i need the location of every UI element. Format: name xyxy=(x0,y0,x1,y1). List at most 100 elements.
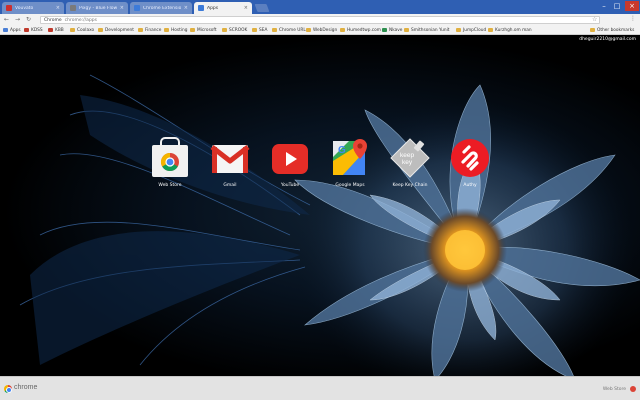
app-youtube[interactable]: YouTube xyxy=(264,137,316,188)
bookmark-label: Hosting xyxy=(171,27,188,33)
chrome-logo-icon xyxy=(4,385,12,393)
bookmark-item[interactable]: Development xyxy=(98,26,134,34)
bookmark-item[interactable]: JumpCloud xyxy=(456,26,486,34)
app-label: Google Maps xyxy=(335,183,365,188)
keepkey-icon: keep key xyxy=(389,137,431,179)
svg-text:keep: keep xyxy=(400,152,414,159)
tab-title: Apps xyxy=(207,5,219,11)
bookmark-item[interactable]: Other bookmarks xyxy=(590,26,634,34)
app-label: YouTube xyxy=(280,183,300,188)
tab-title: Pixgy - Blue Flower - Bac xyxy=(79,5,117,11)
bookmark-label: SEA xyxy=(259,27,268,33)
reload-icon[interactable]: ↻ xyxy=(24,15,33,24)
app-authy[interactable]: Authy xyxy=(444,137,496,188)
bookmark-item[interactable]: Chrome URLs xyxy=(272,26,308,34)
bookmark-label: Nkave xyxy=(389,27,403,33)
menu-dots-icon[interactable]: ⋮ xyxy=(630,15,636,22)
bookmark-item[interactable]: Finance xyxy=(138,26,161,34)
close-icon[interactable]: × xyxy=(56,5,60,11)
folder-icon xyxy=(98,28,103,32)
bookmark-label: Microsoft xyxy=(197,27,217,33)
account-email[interactable]: dheguir2210@gmail.com xyxy=(579,37,636,42)
tab-title: Vouvato xyxy=(15,5,34,11)
app-google-maps[interactable]: G Google Maps xyxy=(324,137,376,188)
folder-icon xyxy=(70,28,75,32)
bookmark-item[interactable]: KBB xyxy=(48,26,64,34)
tab-3[interactable]: Chrome Extensions Downloader × xyxy=(130,2,192,14)
app-label: Keep Key Chain xyxy=(392,183,428,188)
maximize-icon[interactable]: □ xyxy=(611,1,623,11)
tab-favicon-icon xyxy=(134,5,140,11)
bookmark-label: Humedtwp.com xyxy=(347,27,381,33)
shelf-brand: chrome xyxy=(14,384,38,391)
bookmark-label: Finance xyxy=(145,27,162,33)
omnibox[interactable]: Chrome chrome://apps xyxy=(40,16,600,24)
tab-favicon-icon xyxy=(6,5,12,11)
bookmark-label: JumpCloud xyxy=(463,27,487,33)
folder-icon xyxy=(340,28,345,32)
window-close-icon[interactable]: × xyxy=(625,1,639,11)
authy-icon xyxy=(449,137,491,179)
bookmark-item[interactable]: SEA xyxy=(252,26,267,34)
shelf-web-store-link[interactable]: Web Store xyxy=(603,387,626,392)
bookmark-item[interactable]: Microsoft xyxy=(190,26,217,34)
bookmark-item[interactable]: WebDesign xyxy=(306,26,337,34)
bookmark-item[interactable]: KDSS xyxy=(24,26,43,34)
bookmark-label: Kurzhgh.om man xyxy=(495,27,532,33)
tab-1[interactable]: Vouvato × xyxy=(2,2,64,14)
app-gmail[interactable]: Gmail xyxy=(204,137,256,188)
bookmark-item[interactable]: Nkave xyxy=(382,26,402,34)
new-tab-button[interactable] xyxy=(254,4,270,12)
folder-icon xyxy=(488,28,493,32)
star-icon[interactable]: ☆ xyxy=(592,16,597,23)
tab-favicon-icon xyxy=(70,5,76,11)
forward-arrow-icon[interactable]: → xyxy=(13,15,22,24)
bookmark-label: Apps xyxy=(10,27,21,33)
folder-icon xyxy=(272,28,277,32)
bookmark-item[interactable]: Humedtwp.com xyxy=(340,26,381,34)
bookmark-favicon-icon xyxy=(24,28,29,32)
bookmark-item[interactable]: Kurzhgh.om man xyxy=(488,26,532,34)
omnibox-scheme: Chrome xyxy=(44,17,62,23)
bookmark-label: Chrome URLs xyxy=(279,27,308,33)
gmail-icon xyxy=(209,137,251,179)
app-keepkey[interactable]: keep key Keep Key Chain xyxy=(384,137,436,188)
tab-favicon-icon xyxy=(198,5,204,11)
bookmark-item[interactable]: SCROOK xyxy=(222,26,247,34)
bookmark-label: WebDesign xyxy=(313,27,338,33)
tab-4[interactable]: Apps × xyxy=(194,2,252,14)
folder-icon xyxy=(164,28,169,32)
back-arrow-icon[interactable]: ← xyxy=(2,15,11,24)
app-label: Web Store xyxy=(158,183,182,188)
bookmark-label: KDSS xyxy=(31,27,43,33)
folder-icon xyxy=(252,28,257,32)
web-store-icon[interactable] xyxy=(630,386,636,392)
app-shelf: chrome Web Store xyxy=(0,376,640,400)
bookmark-item[interactable]: Coolaxo xyxy=(70,26,94,34)
close-icon[interactable]: × xyxy=(120,5,124,11)
tab-2[interactable]: Pixgy - Blue Flower - Bac × xyxy=(66,2,128,14)
folder-icon xyxy=(138,28,143,32)
bookmark-label: KBB xyxy=(55,27,64,33)
new-tab-page: dheguir2210@gmail.com Web Store Gmail Yo… xyxy=(0,35,640,376)
bookmark-label: SCROOK xyxy=(229,27,248,33)
bookmark-item[interactable]: Smithsonian Yunit xyxy=(404,26,449,34)
folder-icon xyxy=(306,28,311,32)
app-web-store[interactable]: Web Store xyxy=(144,137,196,188)
bookmark-label: Other bookmarks xyxy=(597,27,635,33)
close-icon[interactable]: × xyxy=(244,5,248,11)
svg-text:key: key xyxy=(402,159,413,166)
folder-icon xyxy=(590,28,595,32)
minimize-icon[interactable]: – xyxy=(598,1,610,11)
close-icon[interactable]: × xyxy=(184,5,188,11)
svg-text:G: G xyxy=(338,145,346,156)
tab-strip: Vouvato × Pixgy - Blue Flower - Bac × Ch… xyxy=(0,0,640,14)
google-maps-icon: G xyxy=(329,137,371,179)
bookmark-item[interactable]: Hosting xyxy=(164,26,187,34)
bookmark-label: Smithsonian Yunit xyxy=(411,27,450,33)
bookmark-item[interactable]: Apps xyxy=(3,26,21,34)
folder-icon xyxy=(456,28,461,32)
omnibox-path: chrome://apps xyxy=(64,17,98,23)
bookmark-label: Development xyxy=(105,27,134,33)
folder-icon xyxy=(404,28,409,32)
